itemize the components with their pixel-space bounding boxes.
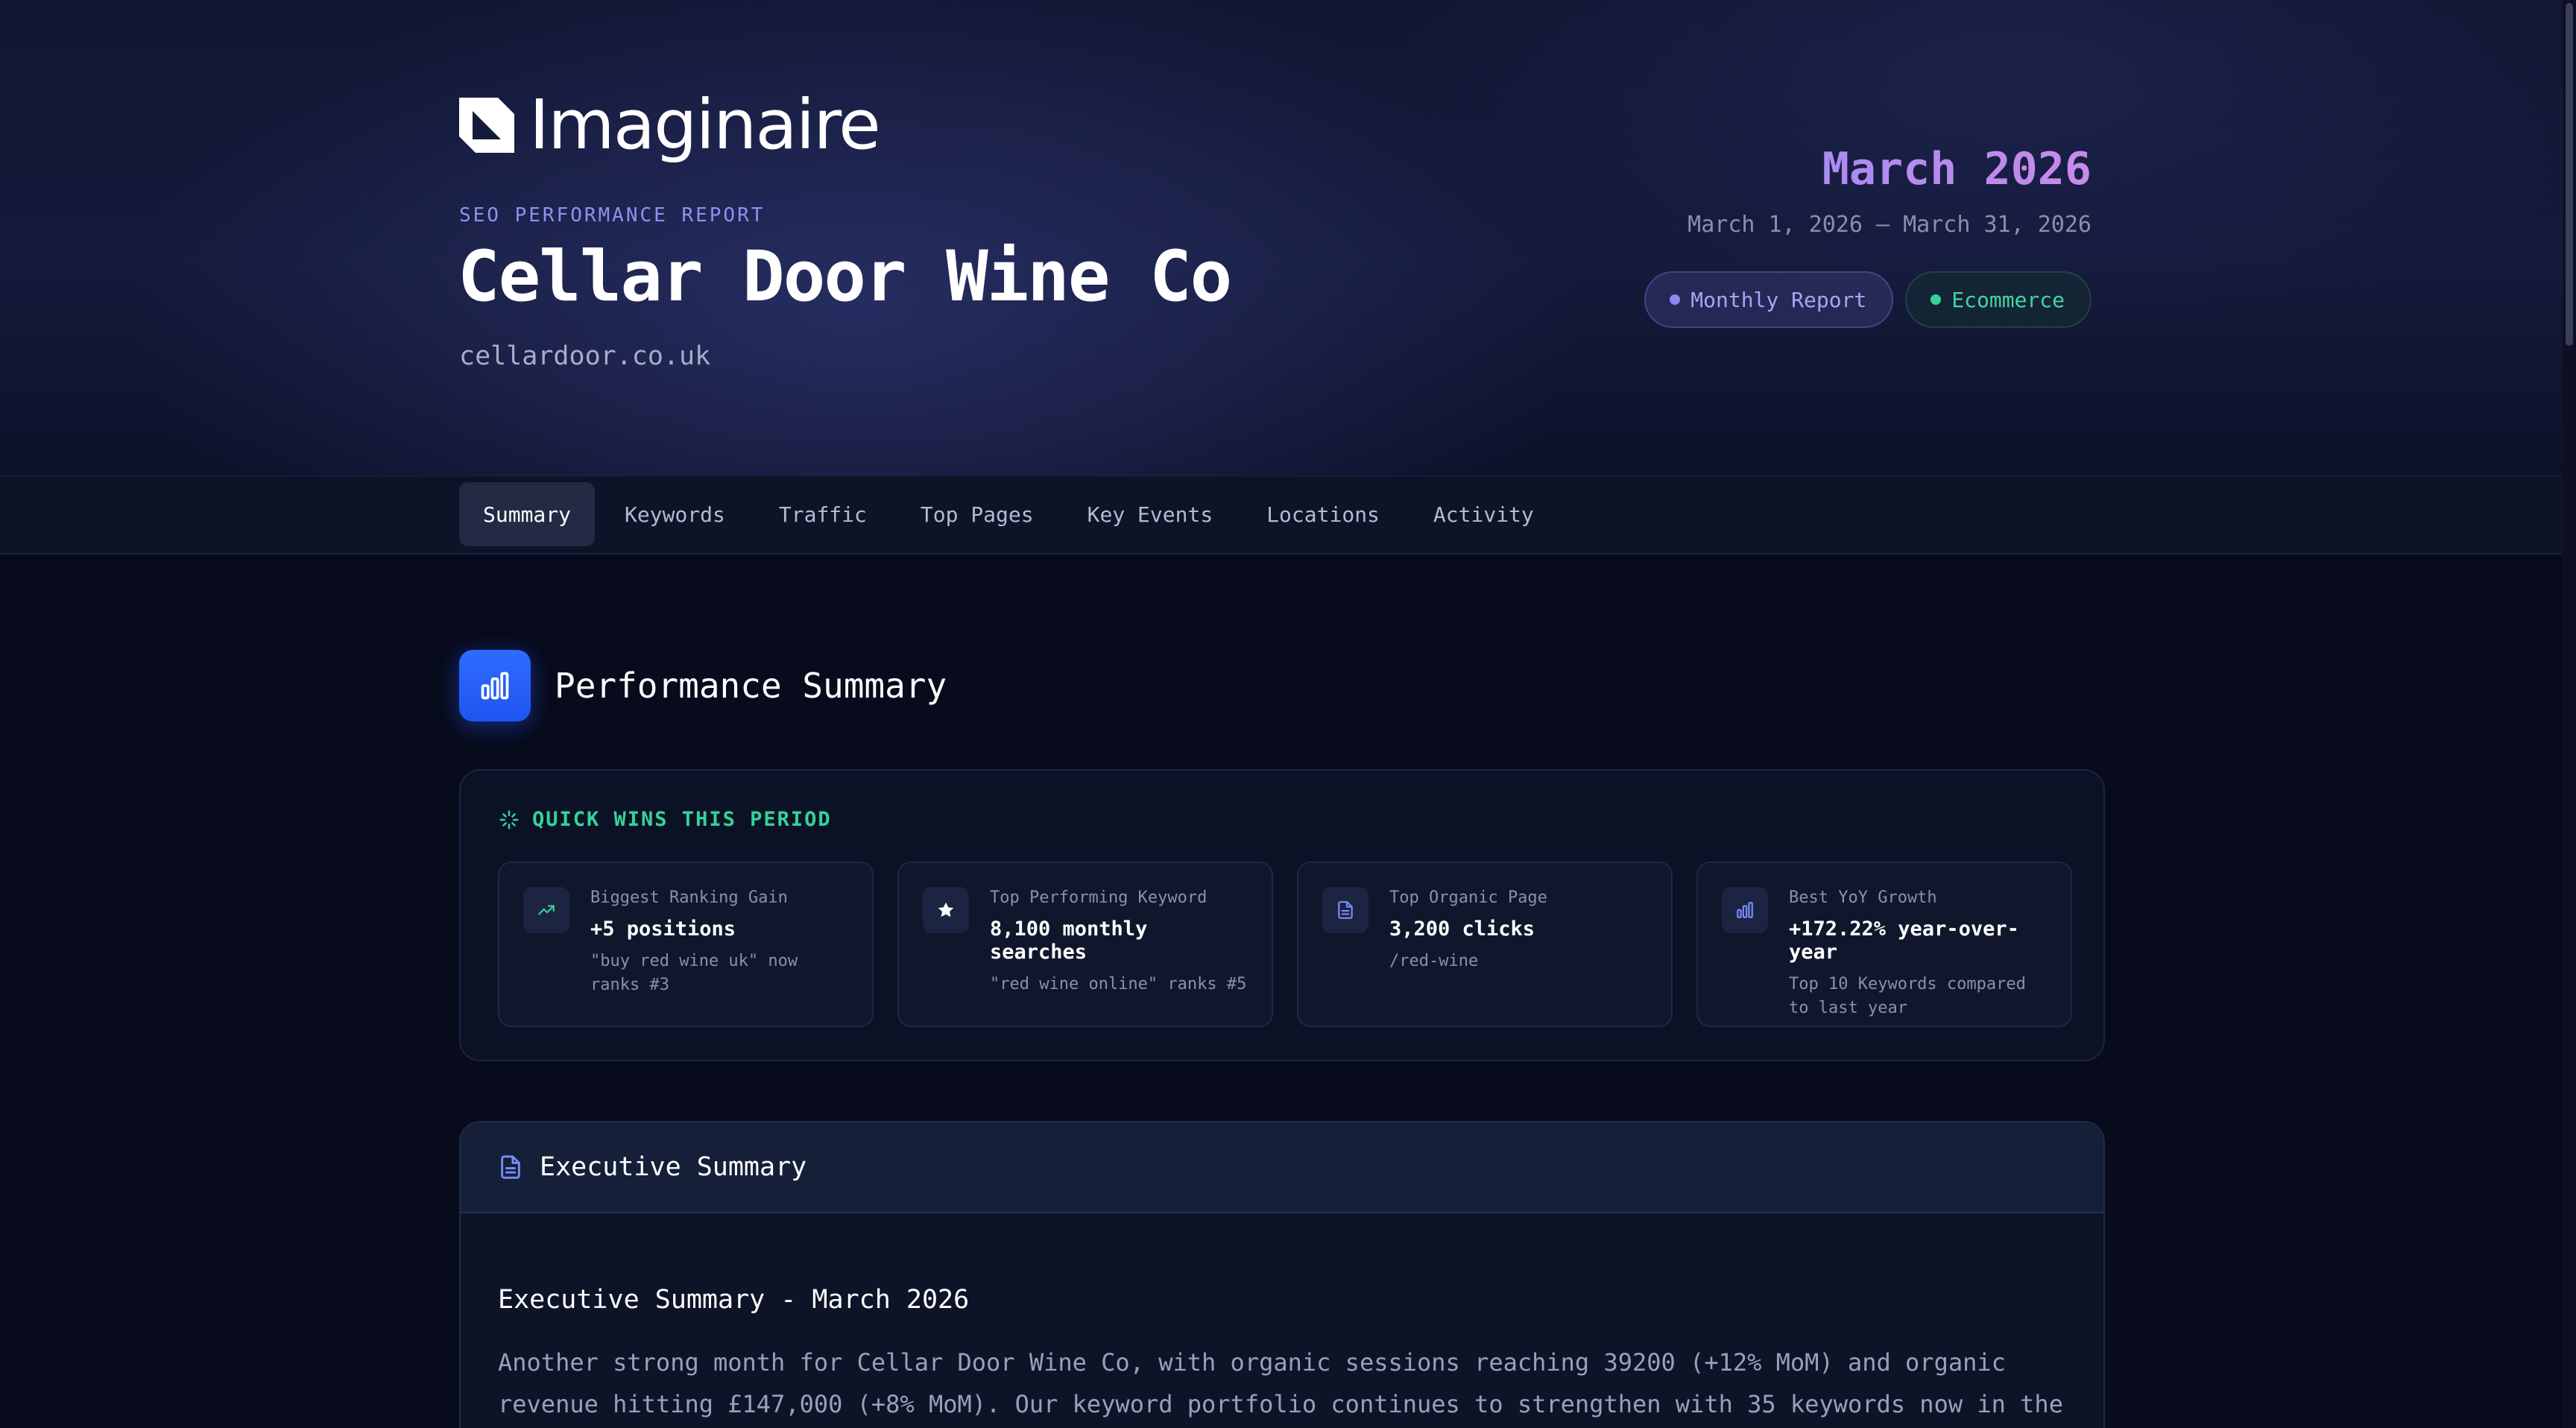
tab-locations[interactable]: Locations — [1243, 482, 1404, 546]
section-title: Performance Summary — [555, 666, 947, 706]
win-value: +5 positions — [590, 917, 736, 941]
quick-win-card: Biggest Ranking Gain +5 positions "buy r… — [498, 862, 874, 1027]
executive-summary-subtitle: Executive Summary - March 2026 — [498, 1285, 970, 1315]
executive-summary-title: Executive Summary — [540, 1152, 807, 1182]
sparkles-icon — [499, 810, 519, 829]
badge-ecommerce: Ecommerce — [1905, 271, 2092, 328]
page-scrollbar[interactable] — [2563, 0, 2576, 1428]
report-header: Imaginaire SEO PERFORMANCE REPORT Cellar… — [0, 0, 2563, 476]
badge-label: Monthly Report — [1690, 287, 1867, 312]
quick-wins-grid: Biggest Ranking Gain +5 positions "buy r… — [498, 862, 2072, 1027]
win-label: Top Organic Page — [1389, 888, 1547, 907]
executive-summary-header: Executive Summary — [461, 1122, 2103, 1213]
tab-keywords[interactable]: Keywords — [601, 482, 749, 546]
report-eyebrow: SEO PERFORMANCE REPORT — [459, 204, 765, 227]
quick-wins-title: QUICK WINS THIS PERIOD — [532, 808, 832, 831]
badge-monthly-report: Monthly Report — [1644, 271, 1894, 328]
document-icon — [1322, 887, 1368, 933]
tab-traffic[interactable]: Traffic — [755, 482, 891, 546]
tab-summary[interactable]: Summary — [459, 482, 596, 546]
win-value: 8,100 monthly searches — [990, 917, 1148, 964]
win-label: Biggest Ranking Gain — [590, 888, 788, 907]
quick-wins-card: QUICK WINS THIS PERIOD Biggest Ranking G… — [459, 769, 2105, 1061]
badge-label: Ecommerce — [1951, 287, 2065, 312]
quick-win-card: Best YoY Growth +172.22% year-over-year … — [1696, 862, 2072, 1027]
win-description: /red-wine — [1389, 952, 1479, 970]
client-url: cellardoor.co.uk — [459, 341, 711, 371]
quick-wins-header: QUICK WINS THIS PERIOD — [498, 808, 832, 831]
tab-activity[interactable]: Activity — [1409, 482, 1558, 546]
period-title: March 2026 — [1688, 143, 2092, 195]
report-tabs-bar: Summary Keywords Traffic Top Pages Key E… — [0, 476, 2563, 555]
tab-list: Summary Keywords Traffic Top Pages Key E… — [459, 482, 1564, 546]
star-icon — [923, 887, 969, 933]
executive-summary-body: Executive Summary - March 2026 Another s… — [461, 1213, 2103, 1428]
brand-name: Imaginaire — [529, 85, 881, 165]
win-label: Top Performing Keyword — [990, 888, 1208, 907]
brand-logo: Imaginaire — [459, 85, 881, 165]
logo-mark-icon — [459, 98, 514, 153]
report-period: March 2026 March 1, 2026 – March 31, 202… — [1688, 143, 2092, 238]
dot-icon — [1670, 294, 1681, 305]
document-icon — [501, 1155, 520, 1179]
quick-win-card: Top Performing Keyword 8,100 monthly sea… — [897, 862, 1273, 1027]
trending-up-icon — [523, 887, 569, 933]
report-badges: Monthly Report Ecommerce — [1644, 271, 2092, 328]
win-label: Best YoY Growth — [1789, 888, 1937, 907]
bar-chart-icon — [459, 650, 531, 721]
win-value: +172.22% year-over-year — [1789, 917, 2019, 964]
client-name: Cellar Door Wine Co — [458, 236, 1232, 317]
executive-summary-card: Executive Summary Executive Summary - Ma… — [459, 1121, 2105, 1428]
executive-summary-text: Another strong month for Cellar Door Win… — [498, 1348, 2063, 1418]
tab-key-events[interactable]: Key Events — [1064, 482, 1237, 546]
win-value: 3,200 clicks — [1389, 917, 1535, 941]
period-range: March 1, 2026 – March 31, 2026 — [1688, 212, 2092, 238]
bar-chart-icon — [1722, 887, 1768, 933]
performance-summary-header: Performance Summary — [459, 650, 947, 721]
dot-icon — [1931, 294, 1942, 305]
tab-top-pages[interactable]: Top Pages — [897, 482, 1058, 546]
quick-win-card: Top Organic Page 3,200 clicks /red-wine — [1297, 862, 1673, 1027]
win-description: "buy red wine uk" now ranks #3 — [590, 952, 798, 994]
win-description: "red wine online" ranks #5 — [990, 975, 1247, 993]
win-description: Top 10 Keywords compared to last year — [1789, 975, 2026, 1017]
scrollbar-thumb[interactable] — [2566, 3, 2573, 346]
